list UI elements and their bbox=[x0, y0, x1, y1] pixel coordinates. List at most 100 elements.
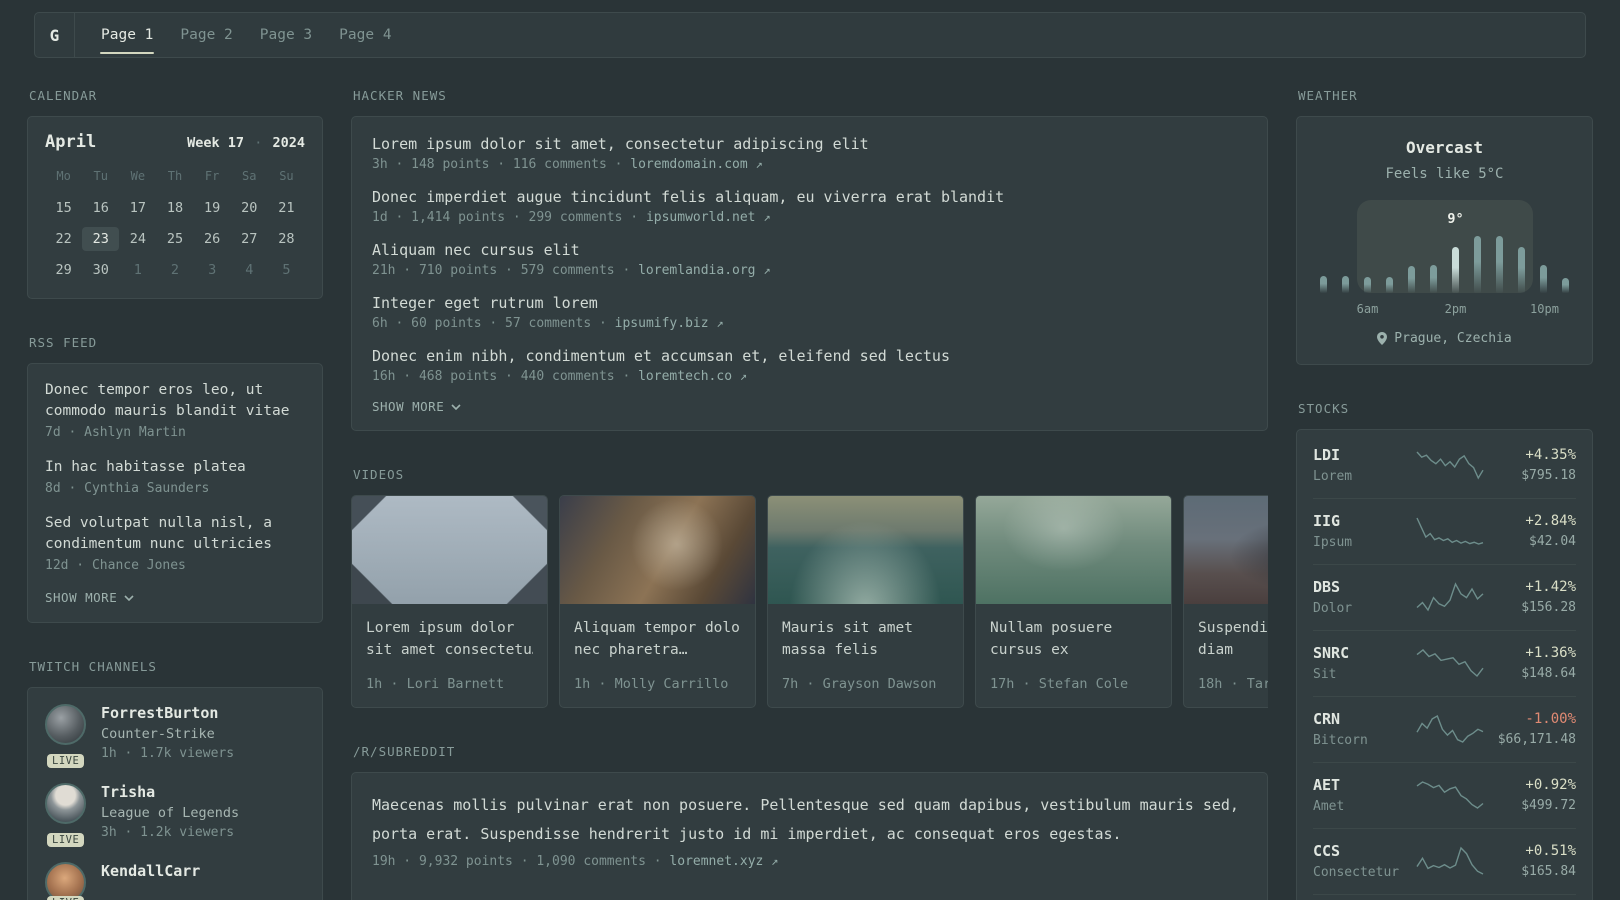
rss-item[interactable]: In hac habitasse platea 8d · Cynthia Sau… bbox=[45, 457, 305, 496]
hn-show-more-button[interactable]: SHOW MORE bbox=[372, 399, 1247, 414]
hn-item-title[interactable]: Integer eget rutrum lorem bbox=[372, 293, 1247, 314]
weather-time-label: 10pm bbox=[1530, 302, 1559, 316]
page-tab[interactable]: Page 3 bbox=[259, 13, 313, 57]
videos-section: VIDEOS Lorem ipsum dolor sit amet consec… bbox=[351, 467, 1268, 708]
weather-bar bbox=[1451, 247, 1459, 293]
hn-item-domain-link[interactable]: ipsumworld.net bbox=[646, 210, 756, 225]
weather-widget: Overcast Feels like 5°C 9° 6am 2pm 10pm bbox=[1296, 116, 1593, 365]
video-thumbnail[interactable] bbox=[352, 496, 547, 604]
video-card[interactable]: Nullam posuere cursus ex 17h · Stefan Co… bbox=[975, 495, 1172, 708]
page-tab-label: Page 2 bbox=[180, 27, 233, 43]
video-thumbnail[interactable] bbox=[1184, 496, 1268, 604]
hn-item-domain-link[interactable]: loremlandia.org bbox=[638, 263, 755, 278]
live-badge: LIVE bbox=[47, 896, 85, 900]
channel-name[interactable]: ForrestBurton bbox=[101, 704, 234, 722]
hn-item-meta: 6h · 60 points · 57 comments · ipsumify.… bbox=[372, 316, 1247, 331]
hn-item-meta: 3h · 148 points · 116 comments · loremdo… bbox=[372, 157, 1247, 172]
channel-name[interactable]: Trisha bbox=[101, 783, 239, 801]
hacker-news-section: HACKER NEWS Lorem ipsum dolor sit amet, … bbox=[351, 88, 1268, 431]
rss-item-title[interactable]: Sed volutpat nulla nisl, a condimentum n… bbox=[45, 513, 305, 555]
weather-time-label: 6am bbox=[1356, 302, 1379, 316]
stock-row[interactable]: AET Amet +0.92% $499.72 bbox=[1313, 762, 1576, 828]
video-thumbnail[interactable] bbox=[768, 496, 963, 604]
chevron-down-icon bbox=[124, 594, 134, 601]
app-logo[interactable]: G bbox=[35, 13, 75, 57]
videos-carousel[interactable]: Lorem ipsum dolor sit amet consectetu… 1… bbox=[351, 495, 1268, 708]
stock-row[interactable]: SNRC Sit +1.36% $148.64 bbox=[1313, 630, 1576, 696]
calendar-weekday: Su bbox=[279, 169, 294, 183]
calendar-weekday: Sa bbox=[242, 169, 257, 183]
video-card[interactable]: Aliquam tempor dolor nec pharetra… 1h · … bbox=[559, 495, 756, 708]
channel-name[interactable]: KendallCarr bbox=[101, 862, 200, 880]
subreddit-post-domain-link[interactable]: loremnet.xyz bbox=[669, 854, 763, 869]
calendar-weekday: Tu bbox=[93, 169, 108, 183]
channel-avatar bbox=[45, 862, 86, 900]
calendar-day: 21 bbox=[278, 200, 295, 216]
video-card[interactable]: Suspendisse diam 18h · Tara Barrera bbox=[1183, 495, 1268, 708]
rss-show-more-button[interactable]: SHOW MORE bbox=[45, 590, 305, 605]
page-tab-label: Page 3 bbox=[259, 27, 313, 43]
subreddit-post-title[interactable]: Maecenas mollis pulvinar erat non posuer… bbox=[372, 791, 1247, 849]
video-card[interactable]: Lorem ipsum dolor sit amet consectetu… 1… bbox=[351, 495, 548, 708]
twitch-section-title: TWITCH CHANNELS bbox=[29, 659, 157, 674]
video-title-line: sit amet consectetu… bbox=[366, 642, 533, 658]
stock-price: $165.84 bbox=[1521, 864, 1576, 879]
calendar-week: Week 17 · 2024 bbox=[187, 135, 305, 151]
rss-item-title[interactable]: In hac habitasse platea bbox=[45, 457, 305, 478]
stock-row[interactable]: IIG Ipsum +2.84% $42.04 bbox=[1313, 498, 1576, 564]
page-tab[interactable]: Page 4 bbox=[338, 13, 392, 57]
page-tabs: Page 1 Page 2 Page 3 Page 4 bbox=[75, 13, 393, 57]
weather-hourly-chart: 9° bbox=[1319, 200, 1570, 293]
hn-item-title[interactable]: Donec imperdiet augue tincidunt felis al… bbox=[372, 187, 1247, 208]
calendar-widget: April Week 17 · 2024 Mo Tu We Th Fr Sa Su 15 16… bbox=[27, 116, 323, 299]
weather-bar bbox=[1429, 265, 1437, 293]
stock-row[interactable]: CRN Bitcorn -1.00% $66,171.48 bbox=[1313, 696, 1576, 762]
hn-item-title[interactable]: Aliquam nec cursus elit bbox=[372, 240, 1247, 261]
calendar-day: 22 bbox=[55, 231, 72, 247]
hn-item-stats: 6h · 60 points · 57 comments · bbox=[372, 316, 615, 331]
video-title: Suspendisse diam bbox=[1184, 604, 1268, 661]
calendar-day: 25 bbox=[166, 231, 184, 247]
stock-row[interactable]: AHS +0.46% bbox=[1313, 894, 1576, 900]
twitch-channel[interactable]: LIVE KendallCarr bbox=[45, 862, 305, 900]
hn-item-domain-link[interactable]: loremdomain.com bbox=[630, 157, 747, 172]
video-meta: 7h · Grayson Dawson bbox=[782, 676, 937, 692]
stock-row[interactable]: DBS Dolor +1.42% $156.28 bbox=[1313, 564, 1576, 630]
rss-item-title[interactable]: Donec tempor eros leo, ut commodo mauris… bbox=[45, 380, 305, 422]
video-thumbnail[interactable] bbox=[560, 496, 755, 604]
twitch-channel[interactable]: LIVE Trisha League of Legends 3h · 1.2k … bbox=[45, 783, 305, 847]
stock-sparkline bbox=[1416, 517, 1484, 545]
hn-item-title[interactable]: Donec enim nibh, condimentum et accumsan… bbox=[372, 346, 1247, 367]
calendar-day: 5 bbox=[282, 262, 291, 278]
video-thumbnail[interactable] bbox=[976, 496, 1171, 604]
page-tab[interactable]: Page 2 bbox=[179, 13, 233, 57]
hn-item-domain-link[interactable]: loremtech.co bbox=[638, 369, 732, 384]
video-title-line: nec pharetra… bbox=[574, 642, 688, 658]
video-meta: 1h · Lori Barnett bbox=[366, 676, 505, 692]
stock-row[interactable]: CCS Consectetur +0.51% $165.84 bbox=[1313, 828, 1576, 894]
weather-bar bbox=[1562, 278, 1570, 293]
video-card[interactable]: Mauris sit amet massa felis 7h · Grayson… bbox=[767, 495, 964, 708]
rss-item[interactable]: Donec tempor eros leo, ut commodo mauris… bbox=[45, 380, 305, 440]
weather-time-axis: 6am 2pm 10pm bbox=[1320, 302, 1570, 316]
video-meta: 18h · Tara Barrera bbox=[1198, 676, 1268, 692]
hn-item-meta: 21h · 710 points · 579 comments · loreml… bbox=[372, 263, 1247, 278]
video-title: Lorem ipsum dolor sit amet consectetu… bbox=[352, 604, 547, 661]
stock-row[interactable]: LDI Lorem +4.35% $795.18 bbox=[1313, 433, 1576, 498]
hn-item-domain-link[interactable]: ipsumify.biz bbox=[615, 316, 709, 331]
calendar-day: 2 bbox=[170, 262, 180, 278]
calendar-section: CALENDAR April Week 17 · 2024 Mo Tu We Th Fr… bbox=[27, 88, 323, 299]
page-tab[interactable]: Page 1 bbox=[100, 13, 155, 57]
calendar-day: 23 bbox=[82, 227, 120, 251]
hn-item-title[interactable]: Lorem ipsum dolor sit amet, consectetur … bbox=[372, 134, 1247, 155]
live-badge: LIVE bbox=[47, 833, 85, 847]
stock-ticker: AET bbox=[1313, 776, 1341, 794]
stock-price: $66,171.48 bbox=[1497, 732, 1576, 747]
calendar-day: 26 bbox=[204, 231, 221, 247]
twitch-channel[interactable]: LIVE ForrestBurton Counter-Strike 1h · 1… bbox=[45, 704, 305, 768]
channel-game: League of Legends bbox=[101, 805, 240, 821]
top-nav: G Page 1 Page 2 Page 3 Page 4 bbox=[34, 12, 1586, 58]
rss-item[interactable]: Sed volutpat nulla nisl, a condimentum n… bbox=[45, 513, 305, 573]
weather-bar bbox=[1540, 265, 1548, 293]
hn-item-stats: 21h · 710 points · 579 comments · bbox=[372, 263, 639, 278]
